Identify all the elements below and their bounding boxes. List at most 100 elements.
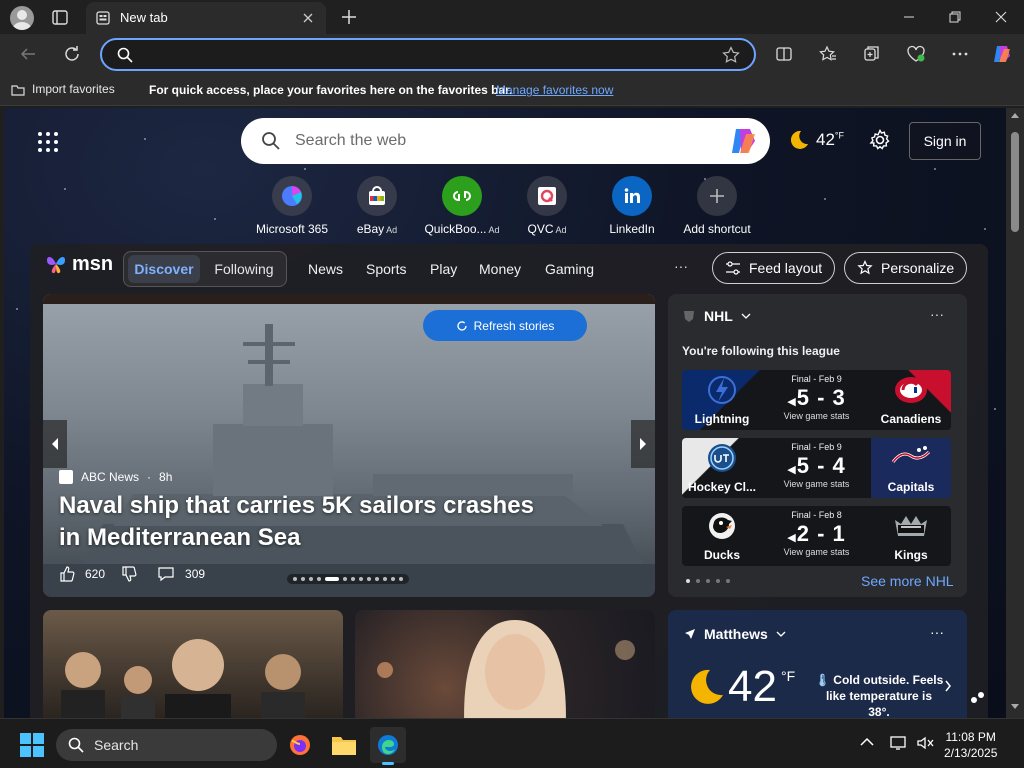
scroll-thumb[interactable] bbox=[1011, 132, 1019, 232]
pager-dot[interactable] bbox=[696, 579, 700, 583]
game-row[interactable]: Hockey Cl... Final - Feb 9 ◀5 - 4 View g… bbox=[682, 438, 951, 498]
new-tab-plus-icon[interactable] bbox=[338, 6, 360, 28]
refresh-stories-button[interactable]: Refresh stories bbox=[423, 310, 587, 341]
comment-icon[interactable] bbox=[157, 566, 175, 582]
import-favorites-button[interactable]: Import favorites bbox=[10, 82, 115, 96]
manage-favorites-link[interactable]: Manage favorites now bbox=[496, 83, 613, 97]
tab-following[interactable]: Following bbox=[206, 255, 282, 283]
address-bar[interactable] bbox=[100, 38, 756, 71]
carousel-pager bbox=[287, 574, 409, 584]
more-menu-icon[interactable] bbox=[944, 38, 976, 70]
back-arrow-icon[interactable] bbox=[12, 38, 44, 70]
favorite-star-icon[interactable] bbox=[722, 46, 740, 64]
category-gaming[interactable]: Gaming bbox=[545, 261, 594, 277]
weather-widget[interactable]: 42°F bbox=[786, 128, 844, 152]
pager-dot[interactable] bbox=[343, 577, 347, 581]
personalize-button[interactable]: Personalize bbox=[844, 252, 968, 284]
split-screen-icon[interactable] bbox=[768, 38, 800, 70]
chevron-up-icon[interactable] bbox=[860, 737, 874, 747]
msn-logo[interactable]: msn bbox=[44, 252, 113, 276]
game-row[interactable]: Lightning Final - Feb 9 ◀5 - 3 View game… bbox=[682, 370, 951, 430]
view-game-stats-link[interactable]: View game stats bbox=[762, 411, 871, 421]
tab-discover[interactable]: Discover bbox=[128, 255, 200, 283]
nhl-pager bbox=[686, 579, 730, 583]
profile-avatar[interactable] bbox=[10, 6, 34, 30]
sign-in-button[interactable]: Sign in bbox=[909, 122, 981, 160]
copilot-search-icon[interactable] bbox=[728, 126, 760, 156]
pager-dot[interactable] bbox=[391, 577, 395, 581]
web-search-box[interactable] bbox=[241, 118, 770, 164]
tab-new-tab[interactable]: New tab bbox=[86, 2, 326, 34]
story-card-2[interactable] bbox=[355, 610, 655, 718]
pager-dot[interactable] bbox=[309, 577, 313, 581]
feed-layout-button[interactable]: Feed layout bbox=[712, 252, 836, 284]
taskbar-clock[interactable]: 11:08 PM 2/13/2025 bbox=[944, 729, 997, 761]
shortcut-add[interactable]: Add shortcut bbox=[667, 176, 767, 236]
file-explorer-icon[interactable] bbox=[326, 727, 362, 763]
sliders-icon bbox=[725, 260, 741, 276]
minimize-icon[interactable] bbox=[886, 0, 932, 34]
pager-dot[interactable] bbox=[317, 577, 321, 581]
close-tab-icon[interactable] bbox=[300, 10, 316, 26]
collections-icon[interactable] bbox=[856, 38, 888, 70]
edge-icon[interactable] bbox=[370, 727, 406, 765]
firefox-icon[interactable] bbox=[282, 727, 318, 763]
taskbar-search[interactable]: Search bbox=[56, 729, 277, 761]
weather-card[interactable]: Matthews ··· 42 °F 🌡 Cold outside. Feels… bbox=[668, 610, 967, 718]
tab-actions-icon[interactable] bbox=[48, 8, 72, 28]
browser-essentials-icon[interactable] bbox=[900, 38, 932, 70]
pager-dot[interactable] bbox=[375, 577, 379, 581]
scroll-up-icon[interactable] bbox=[1011, 112, 1019, 118]
category-news[interactable]: News bbox=[308, 261, 343, 277]
pager-dot[interactable] bbox=[351, 577, 355, 581]
apps-grid-icon[interactable] bbox=[36, 130, 60, 154]
pager-dot-active[interactable] bbox=[325, 577, 339, 581]
view-game-stats-link[interactable]: View game stats bbox=[762, 547, 871, 557]
windows-start-icon[interactable] bbox=[20, 733, 44, 757]
dislike-icon[interactable] bbox=[121, 566, 137, 582]
page-scrollbar[interactable] bbox=[1006, 108, 1024, 718]
web-search-input[interactable] bbox=[295, 131, 695, 151]
network-icon[interactable] bbox=[890, 735, 908, 751]
close-window-icon[interactable] bbox=[978, 0, 1024, 34]
pager-dot[interactable] bbox=[726, 579, 730, 583]
pager-dot[interactable] bbox=[399, 577, 403, 581]
pager-dot[interactable] bbox=[301, 577, 305, 581]
previous-story-arrow-icon[interactable] bbox=[43, 420, 67, 468]
volume-muted-icon[interactable] bbox=[916, 735, 934, 751]
pager-dot[interactable] bbox=[367, 577, 371, 581]
chevron-right-icon[interactable] bbox=[944, 680, 952, 692]
game-row[interactable]: Ducks Final - Feb 8 ◀2 - 1 View game sta… bbox=[682, 506, 951, 566]
nhl-more-options-icon[interactable]: ··· bbox=[930, 306, 944, 322]
chevron-down-icon bbox=[776, 630, 786, 638]
more-categories-icon[interactable]: ··· bbox=[674, 258, 688, 274]
pager-dot[interactable] bbox=[383, 577, 387, 581]
pager-dot[interactable] bbox=[359, 577, 363, 581]
search-icon bbox=[116, 46, 134, 64]
hero-story[interactable]: Refresh stories ABC News · 8h Naval ship… bbox=[43, 294, 655, 597]
restore-icon[interactable] bbox=[932, 0, 978, 34]
story-headline[interactable]: Naval ship that carries 5K sailors crash… bbox=[59, 490, 559, 554]
weather-more-options-icon[interactable]: ··· bbox=[930, 624, 944, 640]
story-card-1[interactable] bbox=[43, 610, 343, 718]
next-story-arrow-icon[interactable] bbox=[631, 420, 655, 468]
nhl-league-selector[interactable]: NHL bbox=[682, 308, 751, 324]
category-sports[interactable]: Sports bbox=[366, 261, 406, 277]
feedback-icon[interactable] bbox=[970, 690, 986, 704]
refresh-icon[interactable] bbox=[56, 38, 88, 70]
view-game-stats-link[interactable]: View game stats bbox=[762, 479, 871, 489]
pager-dot[interactable] bbox=[716, 579, 720, 583]
settings-gear-icon[interactable] bbox=[868, 128, 892, 152]
pager-dot[interactable] bbox=[293, 577, 297, 581]
pager-dot-active[interactable] bbox=[686, 579, 690, 583]
favorites-icon[interactable] bbox=[812, 38, 844, 70]
category-play[interactable]: Play bbox=[430, 261, 457, 277]
category-money[interactable]: Money bbox=[479, 261, 521, 277]
pager-dot[interactable] bbox=[706, 579, 710, 583]
see-more-nhl-link[interactable]: See more NHL bbox=[861, 573, 954, 589]
scroll-down-icon[interactable] bbox=[1011, 704, 1019, 710]
weather-location-selector[interactable]: Matthews bbox=[684, 626, 786, 642]
address-input[interactable] bbox=[140, 46, 710, 64]
copilot-icon[interactable] bbox=[986, 38, 1018, 70]
like-icon[interactable] bbox=[59, 566, 75, 582]
